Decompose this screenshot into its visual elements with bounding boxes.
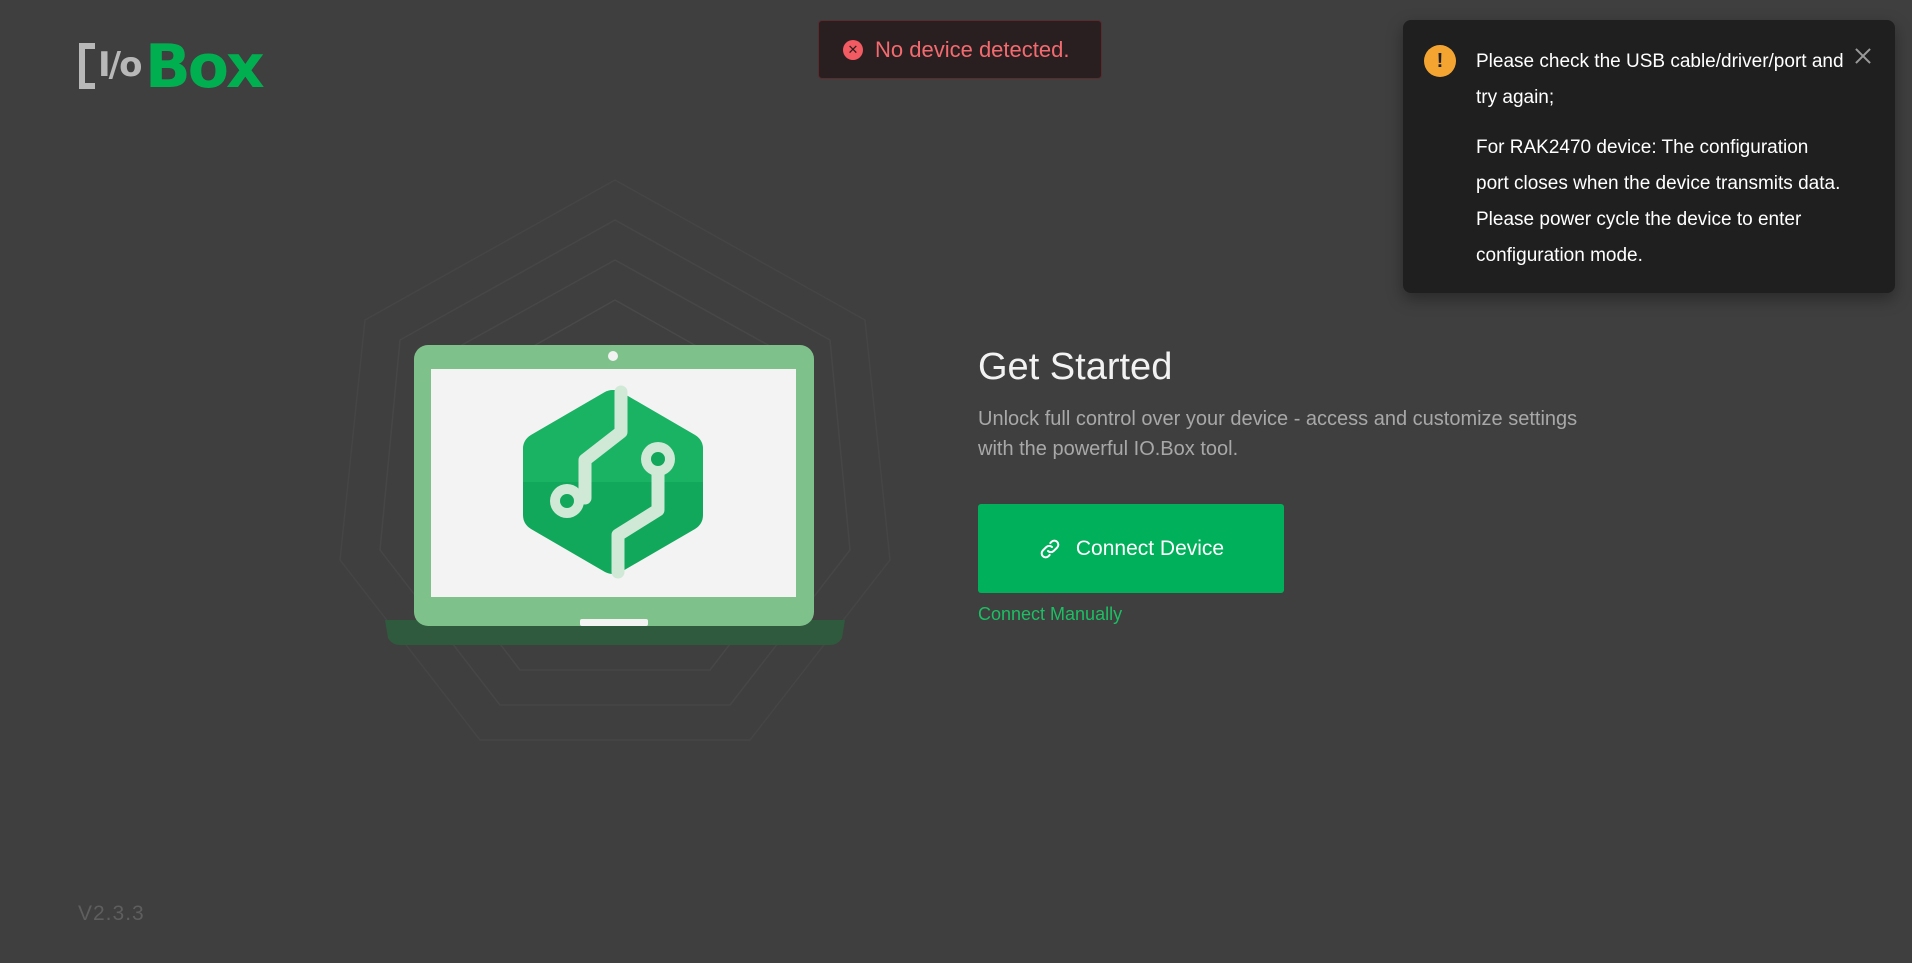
logo-bracket	[79, 43, 95, 89]
app-window: I/o Box ✕ No device detected. ! Please c…	[0, 0, 1912, 963]
laptop-camera	[608, 351, 618, 361]
logo-mark: I/o	[79, 41, 145, 93]
close-circle-icon: ✕	[843, 39, 863, 60]
exclamation-circle-icon: !	[1424, 45, 1456, 77]
page-title: Get Started	[978, 346, 1173, 388]
connect-device-label: Connect Device	[1075, 536, 1225, 560]
notification-line-1: Please check the USB cable/driver/port a…	[1476, 51, 1844, 108]
notification-body: Please check the USB cable/driver/port a…	[1476, 44, 1846, 274]
connect-manually-link[interactable]: Connect Manually	[978, 604, 1122, 625]
page-subtitle: Unlock full control over your device - a…	[978, 408, 1578, 460]
connect-device-button[interactable]: Connect Device	[978, 504, 1284, 593]
laptop-notch	[580, 619, 648, 626]
io-box-logo: I/o Box	[79, 32, 265, 102]
toast-message: No device detected.	[875, 36, 1070, 62]
logo-brand-text: Box	[145, 32, 265, 102]
logo-io-text: I/o	[98, 45, 142, 85]
version-label: V2.3.3	[78, 902, 145, 925]
get-started-panel: Get Started Unlock full control over you…	[978, 340, 1658, 624]
notification-line-2: For RAK2470 device: The configuration po…	[1476, 137, 1841, 266]
laptop-illustration	[339, 179, 891, 741]
close-icon[interactable]	[1851, 44, 1875, 68]
link-icon	[1040, 539, 1060, 558]
warning-notification: ! Please check the USB cable/driver/port…	[1403, 20, 1895, 293]
error-toast: ✕ No device detected.	[818, 20, 1102, 79]
